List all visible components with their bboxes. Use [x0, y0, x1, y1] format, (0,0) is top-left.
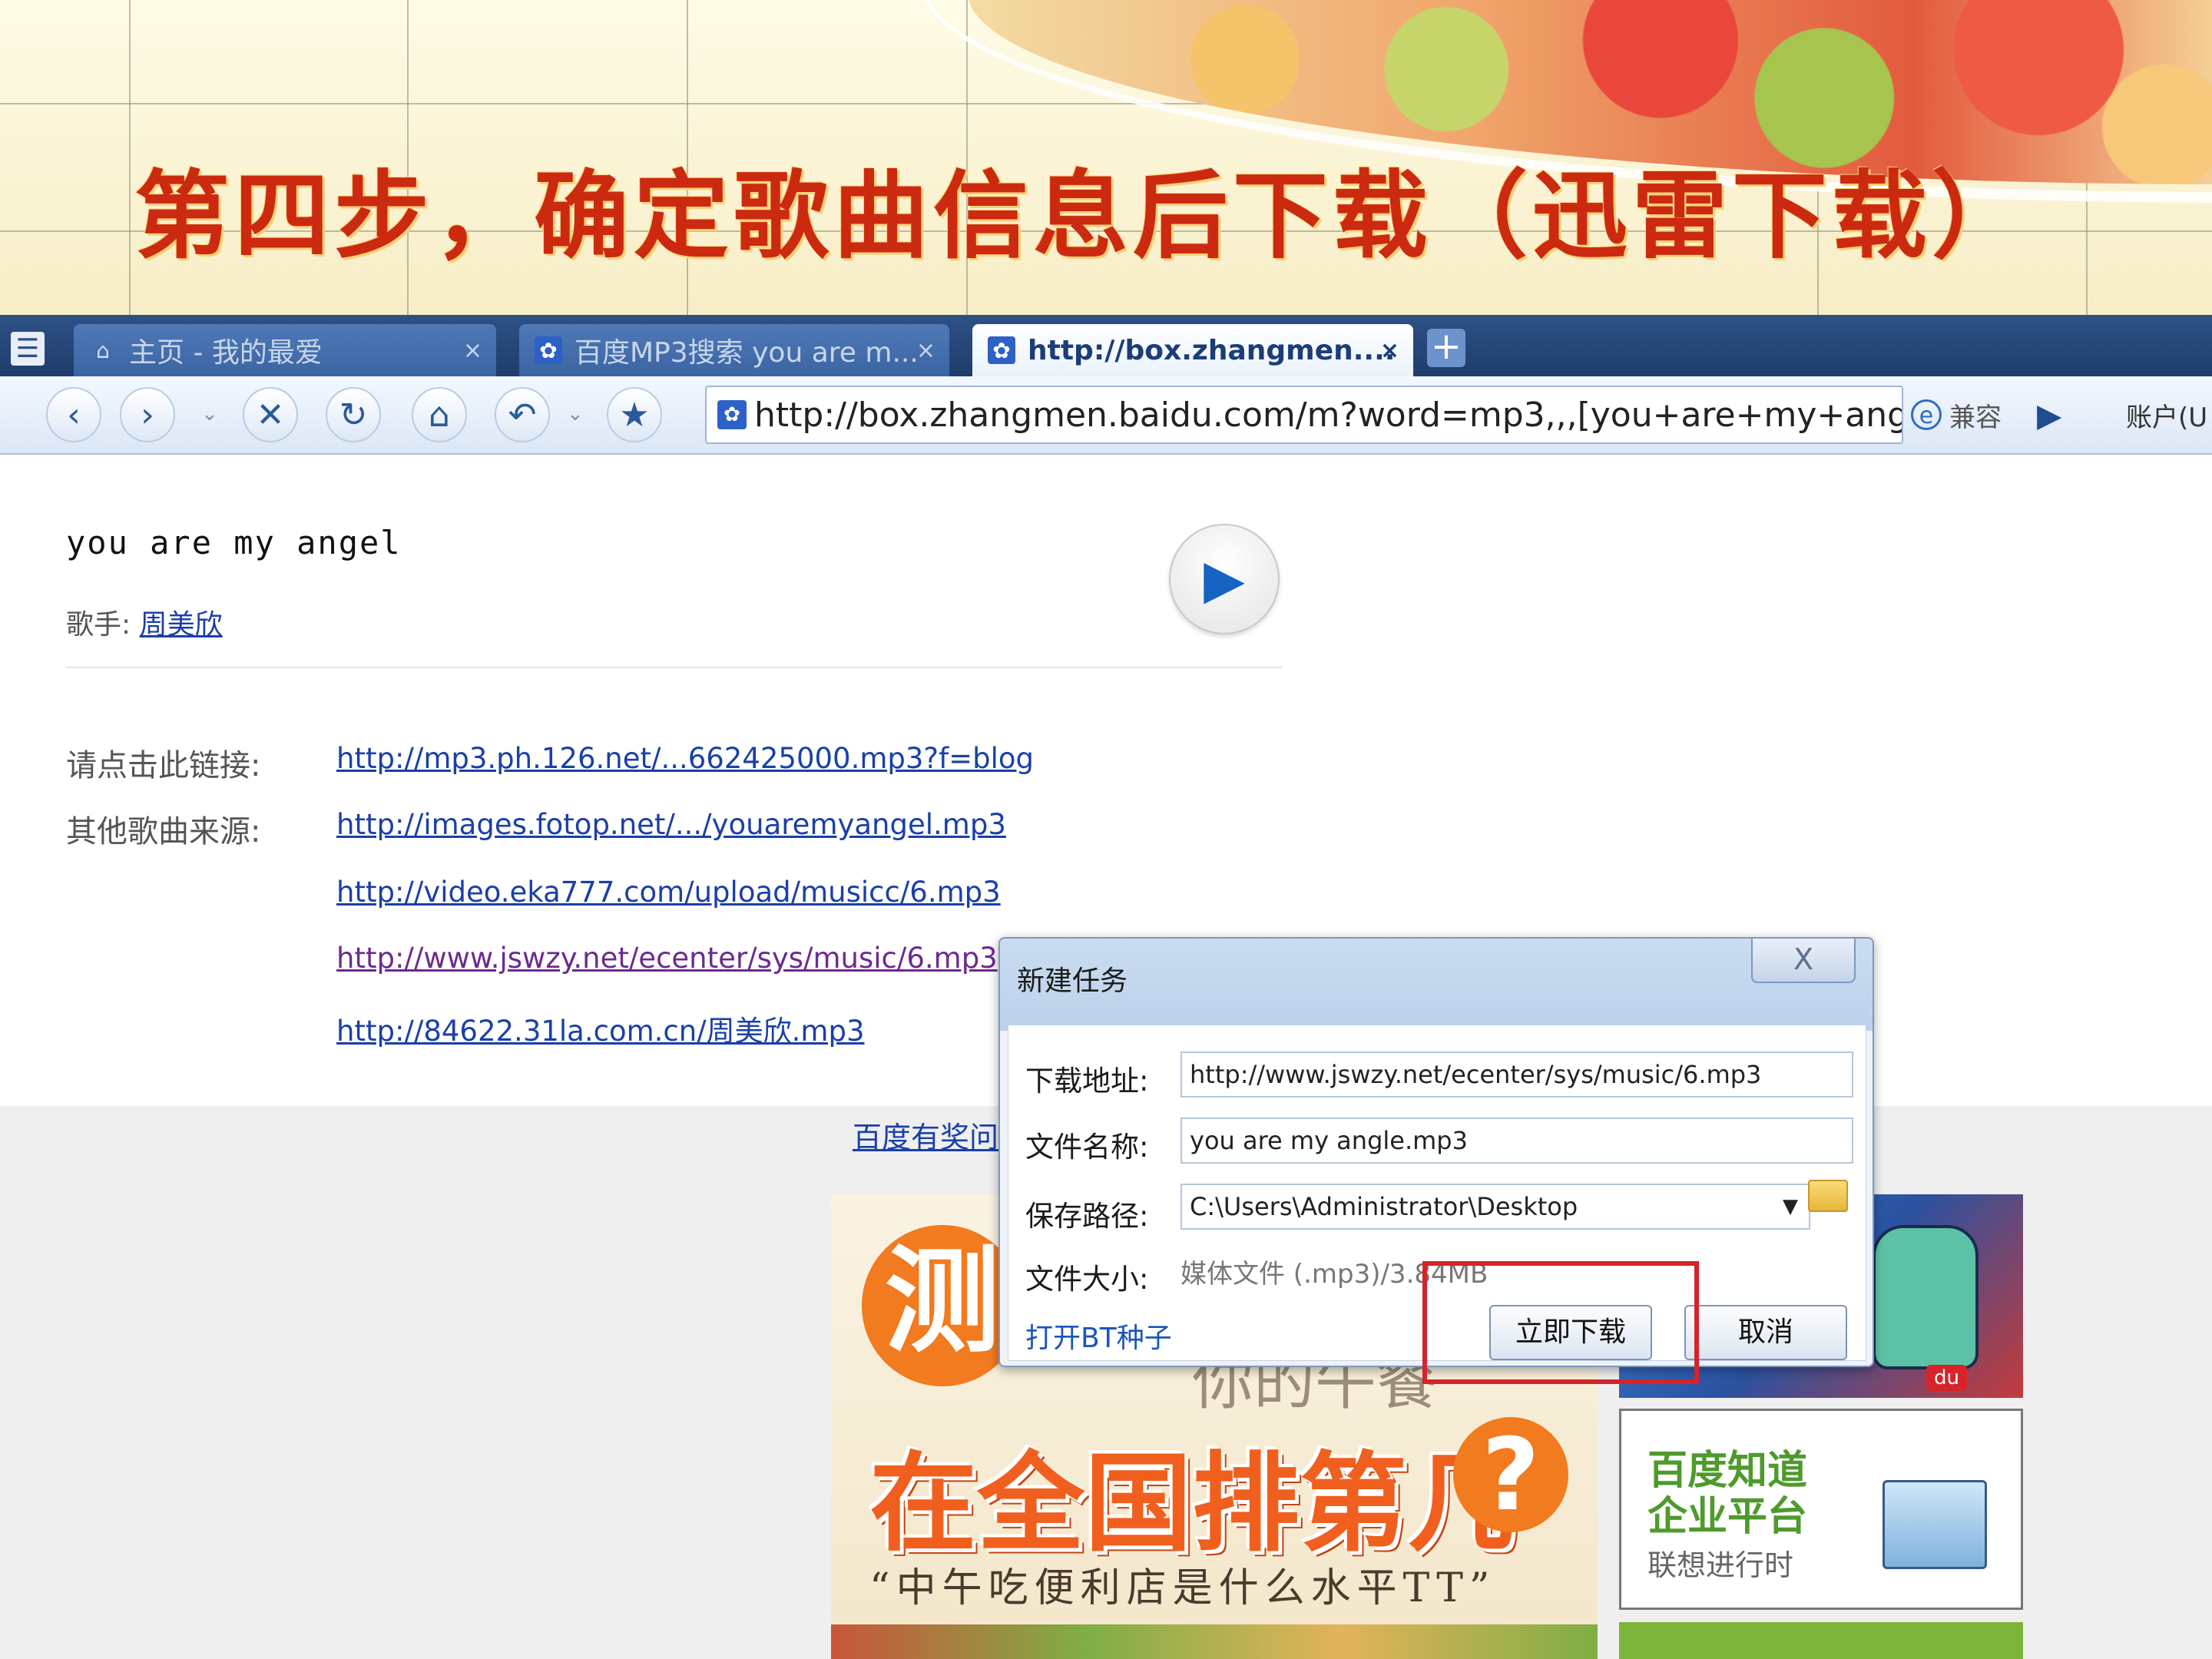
baidu-paw-icon: ✿ — [535, 336, 562, 364]
ie-icon: e — [1911, 399, 1942, 430]
baidu-paw-icon: ✿ — [988, 336, 1015, 364]
close-icon[interactable]: × — [916, 337, 935, 364]
primary-source-link[interactable]: http://mp3.ph.126.net/...662425000.mp3?f… — [336, 742, 1034, 775]
question-mark-icon: ? — [1453, 1417, 1568, 1532]
folder-icon[interactable] — [1808, 1180, 1848, 1212]
tab-zhangmen[interactable]: ✿ http://box.zhangmen.... × — [972, 324, 1413, 376]
back-icon[interactable]: ‹ — [46, 387, 101, 442]
singer-label: 歌手: — [66, 609, 131, 641]
save-path-value: C:\Users\Administrator\Desktop — [1190, 1192, 1578, 1221]
file-size-label: 文件大小: — [1025, 1263, 1149, 1296]
cartoon-character-image — [1873, 1225, 1979, 1369]
food-image — [831, 1624, 1598, 1659]
tab-baidu-mp3[interactable]: ✿ 百度MP3搜索 you are m... × — [519, 324, 949, 376]
source-link[interactable]: http://video.eka777.com/upload/musicc/6.… — [336, 876, 1001, 909]
save-path-select[interactable]: C:\Users\Administrator\Desktop ▼ — [1181, 1184, 1810, 1230]
highlight-box — [1422, 1261, 1699, 1384]
other-sources-label: 其他歌曲来源: — [66, 814, 261, 849]
compat-mode-button[interactable]: e 兼容 — [1911, 393, 2002, 436]
refresh-icon[interactable]: ↻ — [326, 387, 381, 442]
download-url-field[interactable]: http://www.jswzy.net/ecenter/sys/music/6… — [1181, 1051, 1853, 1098]
close-icon[interactable]: × — [463, 337, 482, 364]
ad-subtitle: 联想进行时 — [1647, 1548, 1794, 1582]
go-arrow-icon[interactable]: ▶ — [2037, 396, 2061, 434]
history-dropdown-icon[interactable]: ⌄ — [201, 402, 218, 426]
ad-tagline: “中午吃便利店是什么水平TT” — [869, 1565, 1496, 1611]
browser-toolbar: ‹ › ⌄ ✕ ↻ ⌂ ↶ ⌄ ★ ✿ http://box.zhangmen.… — [0, 376, 2212, 455]
source-link[interactable]: http://www.jswzy.net/ecenter/sys/music/6… — [336, 942, 998, 975]
undo-close-icon[interactable]: ↶ — [495, 387, 550, 442]
undo-dropdown-icon[interactable]: ⌄ — [567, 402, 584, 426]
singer-link[interactable]: 周美欣 — [140, 609, 223, 641]
account-menu[interactable]: 账户(U — [2126, 396, 2207, 434]
slide-title: 第四步，确定歌曲信息后下载（迅雷下载） — [134, 161, 2032, 272]
close-icon[interactable]: X — [1751, 939, 1856, 983]
home-icon: ⌂ — [96, 337, 110, 363]
ad-headline: 在全国排第几 — [869, 1442, 1515, 1567]
source-link[interactable]: http://84622.31la.com.cn/周美欣.mp3 — [336, 1008, 864, 1049]
save-path-label: 保存路径: — [1025, 1200, 1149, 1233]
open-bt-seed-link[interactable]: 打开BT种子 — [1025, 1316, 1172, 1356]
du-badge: du — [1926, 1365, 1967, 1391]
divider — [66, 667, 1283, 668]
tab-label: http://box.zhangmen.... — [1028, 334, 1396, 366]
dialog-title: 新建任务 — [1017, 965, 1128, 997]
play-icon: ▶ — [1204, 548, 1245, 611]
forward-icon[interactable]: › — [120, 387, 175, 442]
home-icon[interactable]: ⌂ — [412, 387, 467, 442]
favorite-star-icon[interactable]: ★ — [607, 387, 662, 442]
filename-field[interactable]: you are my angle.mp3 — [1181, 1118, 1853, 1164]
source-link[interactable]: http://images.fotop.net/.../youaremyange… — [336, 808, 1006, 841]
browser-tab-bar: ☰ ⌂ 主页 - 我的最爱 × ✿ 百度MP3搜索 you are m... ×… — [0, 315, 2212, 376]
address-bar[interactable]: ✿ http://box.zhangmen.baidu.com/m?word=m… — [705, 386, 1903, 444]
song-title: you are my angel — [66, 524, 402, 561]
play-button[interactable]: ▶ — [1169, 524, 1280, 634]
url-label: 下载地址: — [1025, 1065, 1149, 1098]
primary-link-label: 请点击此链接: — [66, 748, 261, 783]
tab-label: 主页 - 我的最爱 — [129, 337, 323, 369]
computer-icon — [1883, 1480, 1987, 1569]
ad-title: 百度知道 企业平台 — [1647, 1448, 1808, 1540]
green-ad-strip[interactable] — [1619, 1622, 2023, 1659]
zhidao-enterprise-ad[interactable]: 百度知道 企业平台 联想进行时 — [1619, 1409, 2023, 1610]
tab-label: 百度MP3搜索 you are m... — [575, 337, 919, 369]
singer-row: 歌手: 周美欣 — [66, 602, 223, 642]
baidu-paw-icon: ✿ — [717, 400, 747, 429]
chevron-down-icon[interactable]: ▼ — [1783, 1185, 1798, 1228]
filename-label: 文件名称: — [1025, 1131, 1149, 1164]
tab-home[interactable]: ⌂ 主页 - 我的最爱 × — [74, 324, 496, 376]
grid-line — [129, 0, 131, 315]
slide-header: 第四步，确定歌曲信息后下载（迅雷下载） — [0, 0, 2212, 315]
menu-icon[interactable]: ☰ — [11, 332, 45, 366]
address-url: http://box.zhangmen.baidu.com/m?word=mp3… — [754, 395, 1903, 435]
cancel-button[interactable]: 取消 — [1684, 1305, 1847, 1360]
compat-label: 兼容 — [1949, 402, 2002, 433]
close-icon[interactable]: × — [1380, 337, 1399, 364]
stop-icon[interactable]: ✕ — [243, 387, 298, 442]
new-tab-button[interactable]: + — [1427, 328, 1465, 367]
